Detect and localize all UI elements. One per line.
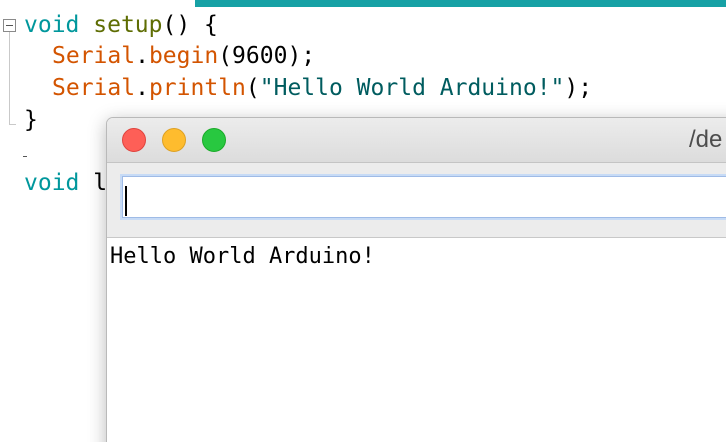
serial-output-area[interactable]: Hello World Arduino! — [107, 238, 726, 442]
closing-brace: } — [24, 107, 38, 133]
fold-guide-end — [9, 124, 16, 125]
keyword-void: void — [24, 170, 80, 196]
close-window-button[interactable] — [122, 128, 146, 152]
keyword-void: void — [24, 12, 80, 38]
serial-send-input[interactable] — [122, 176, 726, 218]
object-serial: Serial — [52, 43, 136, 69]
fold-guide — [9, 32, 10, 124]
fold-marker — [23, 156, 27, 157]
code-line-2: Serial.begin(9600); — [52, 43, 316, 69]
window-titlebar[interactable]: /de — [107, 118, 726, 163]
function-name: setup — [93, 12, 163, 38]
code-line-3: Serial.println("Hello World Arduino!"); — [52, 75, 593, 101]
code-line-1: void setup() { — [24, 9, 218, 41]
string-literal: "Hello World Arduino!" — [259, 75, 565, 101]
text-caret — [125, 186, 127, 216]
code-line-5: void l — [24, 167, 107, 199]
method-println: println — [148, 75, 246, 101]
object-serial: Serial — [52, 75, 136, 101]
code-args: (9600); — [218, 43, 316, 69]
code-line-4: } — [24, 104, 38, 136]
send-bar — [107, 163, 726, 238]
serial-output-line: Hello World Arduino! — [110, 244, 375, 269]
zoom-window-button[interactable] — [202, 128, 226, 152]
serial-monitor-window[interactable]: /de Hello World Arduino! — [106, 117, 726, 442]
code-paren-open: ( — [245, 75, 260, 101]
window-title: /de — [689, 126, 723, 153]
code-punctuation: () { — [162, 12, 218, 38]
method-begin: begin — [148, 43, 219, 69]
minimize-window-button[interactable] — [162, 128, 186, 152]
editor-header-accent — [195, 0, 726, 7]
code-paren-close: ); — [564, 75, 593, 101]
collapse-minus-icon[interactable] — [3, 19, 16, 32]
